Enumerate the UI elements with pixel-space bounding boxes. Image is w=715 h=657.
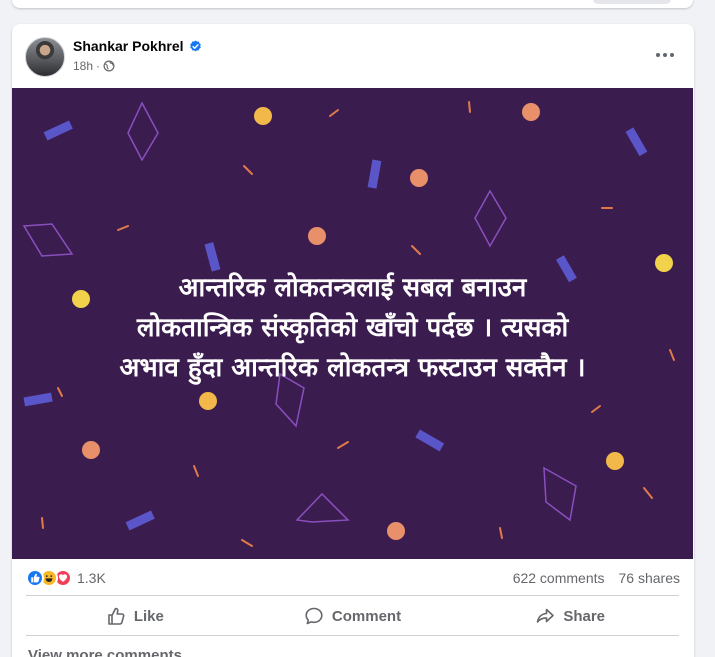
post-header: Shankar Pokhrel 18h · bbox=[12, 24, 694, 88]
reaction-count[interactable]: 1.3K bbox=[77, 570, 106, 586]
comment-button[interactable]: Comment bbox=[244, 596, 462, 636]
meta-separator: · bbox=[96, 59, 101, 73]
view-more-comments-link[interactable]: View more comments bbox=[28, 647, 182, 657]
post-text-line: अभाव हुँदा आन्तरिक लोकतन्त्र फस्टाउन सक्… bbox=[119, 353, 586, 383]
post-text-line: लोकतान्त्रिक संस्कृतिको खाँचो पर्दछ । त्… bbox=[136, 313, 569, 343]
engagement-counts: 622 comments 76 shares bbox=[513, 570, 680, 586]
previous-post-button[interactable] bbox=[593, 0, 671, 4]
previous-post-card bbox=[12, 0, 693, 8]
post-timestamp[interactable]: 18h bbox=[73, 59, 93, 73]
post-stats: 1.3K 622 comments 76 shares bbox=[12, 559, 693, 595]
globe-icon[interactable] bbox=[103, 60, 115, 72]
reactions-summary[interactable]: 1.3K bbox=[26, 569, 106, 587]
share-label: Share bbox=[563, 607, 606, 625]
share-arrow-icon bbox=[537, 608, 555, 623]
thumbs-up-icon bbox=[108, 607, 125, 625]
verified-badge-icon bbox=[189, 39, 201, 51]
like-reaction-icon bbox=[26, 569, 44, 587]
post-text: आन्तरिक लोकतन्त्रलाई सबल बनाउन लोकतान्त्… bbox=[12, 268, 693, 388]
comment-bubble-icon bbox=[305, 607, 323, 625]
post-meta: 18h · bbox=[73, 59, 115, 73]
author-row: Shankar Pokhrel bbox=[73, 38, 202, 54]
post-text-background[interactable]: आन्तरिक लोकतन्त्रलाई सबल बनाउन लोकतान्त्… bbox=[12, 88, 693, 559]
post-actions: Like Comment Share bbox=[26, 596, 679, 636]
more-options-icon[interactable] bbox=[650, 40, 680, 70]
share-button[interactable]: Share bbox=[461, 596, 679, 636]
like-label: Like bbox=[133, 607, 164, 625]
shares-count[interactable]: 76 shares bbox=[619, 570, 680, 586]
divider bbox=[26, 635, 679, 636]
comment-label: Comment bbox=[331, 607, 402, 625]
comments-count[interactable]: 622 comments bbox=[513, 570, 605, 586]
post-text-line: आन्तरिक लोकतन्त्रलाई सबल बनाउन bbox=[178, 273, 527, 303]
post-card: Shankar Pokhrel 18h · आन्तरिक लोकतन्त्रल… bbox=[12, 24, 694, 657]
author-avatar[interactable] bbox=[25, 37, 65, 77]
author-name[interactable]: Shankar Pokhrel bbox=[73, 38, 184, 54]
like-button[interactable]: Like bbox=[26, 596, 244, 636]
